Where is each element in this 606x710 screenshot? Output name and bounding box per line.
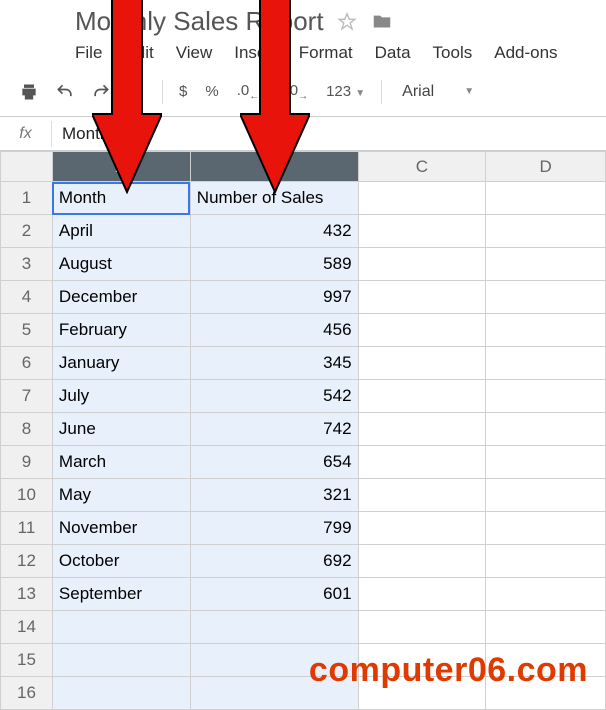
cell[interactable] — [52, 677, 190, 710]
cell[interactable] — [358, 611, 486, 644]
row-header[interactable]: 7 — [1, 380, 53, 413]
print-icon[interactable] — [16, 79, 42, 105]
cell-a11[interactable]: November — [52, 512, 190, 545]
cell[interactable] — [358, 215, 486, 248]
cell[interactable] — [358, 446, 486, 479]
cell[interactable] — [486, 314, 606, 347]
cell-a4[interactable]: December — [52, 281, 190, 314]
row-header[interactable]: 14 — [1, 611, 53, 644]
cell[interactable] — [486, 479, 606, 512]
cell[interactable] — [52, 644, 190, 677]
row-header[interactable]: 16 — [1, 677, 53, 710]
cell-b10[interactable]: 321 — [190, 479, 358, 512]
cell[interactable] — [52, 611, 190, 644]
watermark-text: computer06.com — [309, 651, 588, 690]
cell-b2[interactable]: 432 — [190, 215, 358, 248]
column-header-d[interactable]: D — [486, 152, 606, 182]
cell[interactable] — [358, 314, 486, 347]
row-header[interactable]: 6 — [1, 347, 53, 380]
row-header[interactable]: 13 — [1, 578, 53, 611]
row-header[interactable]: 2 — [1, 215, 53, 248]
cell[interactable] — [358, 545, 486, 578]
cell-b4[interactable]: 997 — [190, 281, 358, 314]
cell-a2[interactable]: April — [52, 215, 190, 248]
cell[interactable] — [486, 281, 606, 314]
separator — [162, 80, 163, 104]
cell[interactable] — [486, 248, 606, 281]
cell-b5[interactable]: 456 — [190, 314, 358, 347]
cell[interactable] — [358, 578, 486, 611]
folder-icon[interactable] — [370, 11, 394, 33]
menu-data[interactable]: Data — [375, 43, 411, 63]
undo-icon[interactable] — [52, 79, 78, 105]
cell[interactable] — [486, 215, 606, 248]
cell-b3[interactable]: 589 — [190, 248, 358, 281]
cell[interactable] — [486, 380, 606, 413]
row-header[interactable]: 12 — [1, 545, 53, 578]
spreadsheet-grid: A B C D 1MonthNumber of Sales 2April432 … — [0, 151, 606, 710]
separator — [381, 80, 382, 104]
cell[interactable] — [358, 512, 486, 545]
cell-a6[interactable]: January — [52, 347, 190, 380]
row-header[interactable]: 10 — [1, 479, 53, 512]
cell[interactable] — [486, 347, 606, 380]
annotation-arrow-icon — [92, 0, 162, 194]
cell[interactable] — [358, 182, 486, 215]
cell-a13[interactable]: September — [52, 578, 190, 611]
cell[interactable] — [486, 413, 606, 446]
currency-button[interactable]: $ — [175, 83, 191, 100]
cell-a3[interactable]: August — [52, 248, 190, 281]
cell[interactable] — [358, 281, 486, 314]
row-header[interactable]: 15 — [1, 644, 53, 677]
cell[interactable] — [486, 611, 606, 644]
row-header[interactable]: 8 — [1, 413, 53, 446]
cell[interactable] — [358, 479, 486, 512]
star-icon[interactable] — [336, 11, 358, 33]
cell-a10[interactable]: May — [52, 479, 190, 512]
cell-b12[interactable]: 692 — [190, 545, 358, 578]
cell[interactable] — [358, 347, 486, 380]
cell-a7[interactable]: July — [52, 380, 190, 413]
percent-button[interactable]: % — [201, 83, 222, 100]
row-header[interactable]: 3 — [1, 248, 53, 281]
cell-a5[interactable]: February — [52, 314, 190, 347]
menu-tools[interactable]: Tools — [433, 43, 473, 63]
menu-view[interactable]: View — [176, 43, 213, 63]
cell[interactable] — [486, 446, 606, 479]
cell-b8[interactable]: 742 — [190, 413, 358, 446]
cell-a9[interactable]: March — [52, 446, 190, 479]
column-header-c[interactable]: C — [358, 152, 486, 182]
font-name: Arial — [402, 83, 434, 101]
cell-b6[interactable]: 345 — [190, 347, 358, 380]
cell[interactable] — [358, 380, 486, 413]
cell[interactable] — [486, 545, 606, 578]
cell-b11[interactable]: 799 — [190, 512, 358, 545]
cell[interactable] — [486, 512, 606, 545]
menu-addons[interactable]: Add-ons — [494, 43, 557, 63]
row-header[interactable]: 1 — [1, 182, 53, 215]
annotation-arrow-icon — [240, 0, 310, 194]
cell-b7[interactable]: 542 — [190, 380, 358, 413]
chevron-down-icon: ▼ — [464, 86, 474, 97]
row-header[interactable]: 5 — [1, 314, 53, 347]
cell-a8[interactable]: June — [52, 413, 190, 446]
row-header[interactable]: 11 — [1, 512, 53, 545]
row-header[interactable]: 9 — [1, 446, 53, 479]
fx-label: fx — [0, 121, 52, 147]
cell[interactable] — [358, 413, 486, 446]
font-selector[interactable]: Arial ▼ — [394, 83, 482, 101]
cell-b13[interactable]: 601 — [190, 578, 358, 611]
cell[interactable] — [486, 182, 606, 215]
cell[interactable] — [358, 248, 486, 281]
cell[interactable] — [486, 578, 606, 611]
select-all-corner[interactable] — [1, 152, 53, 182]
cell-a12[interactable]: October — [52, 545, 190, 578]
cell[interactable] — [190, 611, 358, 644]
cell-b9[interactable]: 654 — [190, 446, 358, 479]
number-format-button[interactable]: 123 ▼ — [322, 83, 369, 100]
row-header[interactable]: 4 — [1, 281, 53, 314]
